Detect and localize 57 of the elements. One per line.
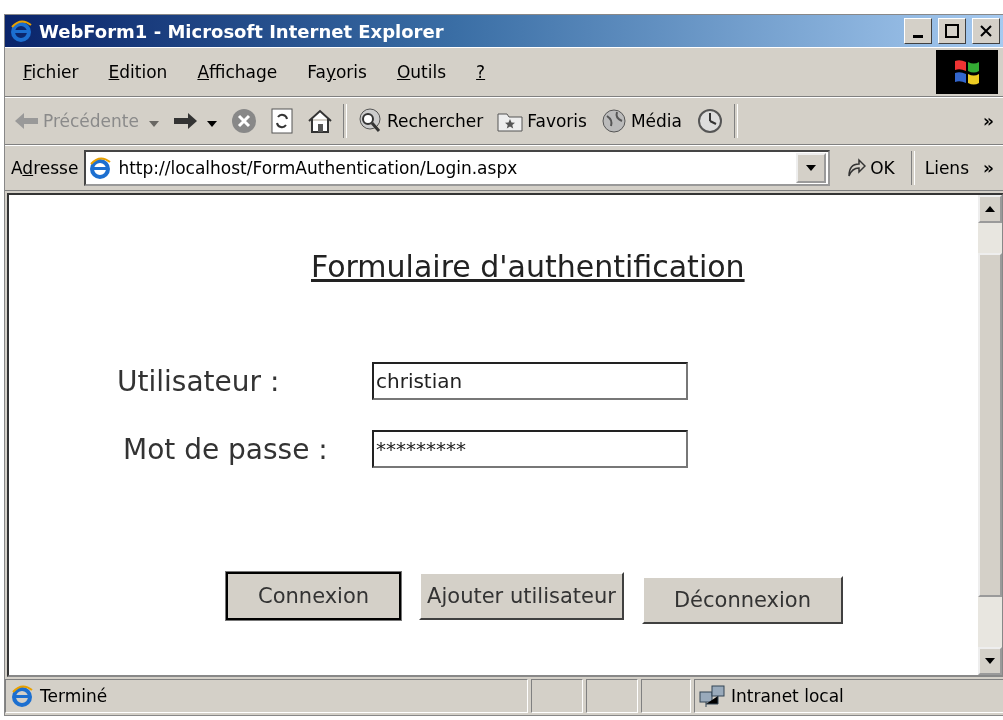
scrollbar[interactable] <box>978 195 1002 675</box>
address-label: Adresse <box>11 158 79 178</box>
menu-item[interactable]: Fayoris <box>295 62 379 82</box>
up-arrow-icon <box>985 206 995 212</box>
status-pane <box>641 679 691 713</box>
stop-icon <box>231 108 257 134</box>
minimize-button[interactable] <box>904 18 932 44</box>
links-button[interactable]: Liens <box>920 158 973 178</box>
window-title: WebForm1 - Microsoft Internet Explorer <box>39 20 445 42</box>
more-button[interactable]: » <box>979 111 998 131</box>
input-field[interactable]: ********* <box>372 430 688 468</box>
media-button[interactable]: Média <box>596 108 686 134</box>
field-label: Utilisateur : <box>117 364 281 398</box>
input-field[interactable]: christian <box>372 362 688 400</box>
favorites-button[interactable]: Favoris <box>493 110 591 132</box>
more-button[interactable]: » <box>979 158 998 178</box>
caret-icon <box>149 121 159 127</box>
search-button[interactable]: Rechercher <box>353 108 488 134</box>
windows-logo-icon <box>936 50 998 94</box>
menu-item[interactable]: Fichier <box>11 62 91 82</box>
close-button[interactable] <box>972 18 1000 44</box>
maximize-button[interactable] <box>938 18 966 44</box>
search-icon <box>357 108 383 134</box>
browser-logo-icon <box>9 19 33 43</box>
down-arrow-icon <box>985 658 995 664</box>
maximize-icon <box>945 24 959 38</box>
back-arrow-icon <box>15 112 39 130</box>
go-arrow-icon <box>846 158 867 178</box>
form-button[interactable]: Connexion <box>226 572 402 620</box>
form-button[interactable]: Ajouter utilisateur <box>419 572 624 620</box>
menu-item[interactable]: Affichage <box>185 62 290 82</box>
minimize-icon <box>913 34 923 38</box>
page-heading: Formulaire d'authentification <box>311 249 745 284</box>
dropdown-button[interactable] <box>796 153 827 183</box>
menu-item[interactable]: Outils <box>384 62 459 82</box>
clock-icon <box>696 108 724 134</box>
menu-item[interactable]: Edition <box>96 62 180 82</box>
status-pane <box>531 679 583 713</box>
close-icon <box>979 24 993 38</box>
address-field[interactable]: http://localhost/FormAuthentication/Login.aspx <box>84 150 831 186</box>
zone-text: Intranet local <box>731 686 844 706</box>
status-pane <box>586 679 638 713</box>
refresh-icon <box>271 108 293 134</box>
caret-icon <box>806 165 817 171</box>
go-button[interactable]: OK <box>836 158 905 178</box>
status-text: Terminé <box>40 686 108 706</box>
forward-arrow-icon <box>173 112 197 130</box>
caret-icon <box>207 121 217 127</box>
folder-star-icon <box>497 110 524 132</box>
network-icon <box>699 684 725 708</box>
home-icon <box>307 109 333 133</box>
menu-item[interactable]: ? <box>464 62 498 82</box>
field-label: Mot de passe : <box>122 432 329 466</box>
browser-logo-icon <box>10 684 34 708</box>
browser-logo-icon <box>88 156 113 180</box>
globe-icon <box>600 108 627 134</box>
form-button[interactable]: Déconnexion <box>641 576 843 624</box>
